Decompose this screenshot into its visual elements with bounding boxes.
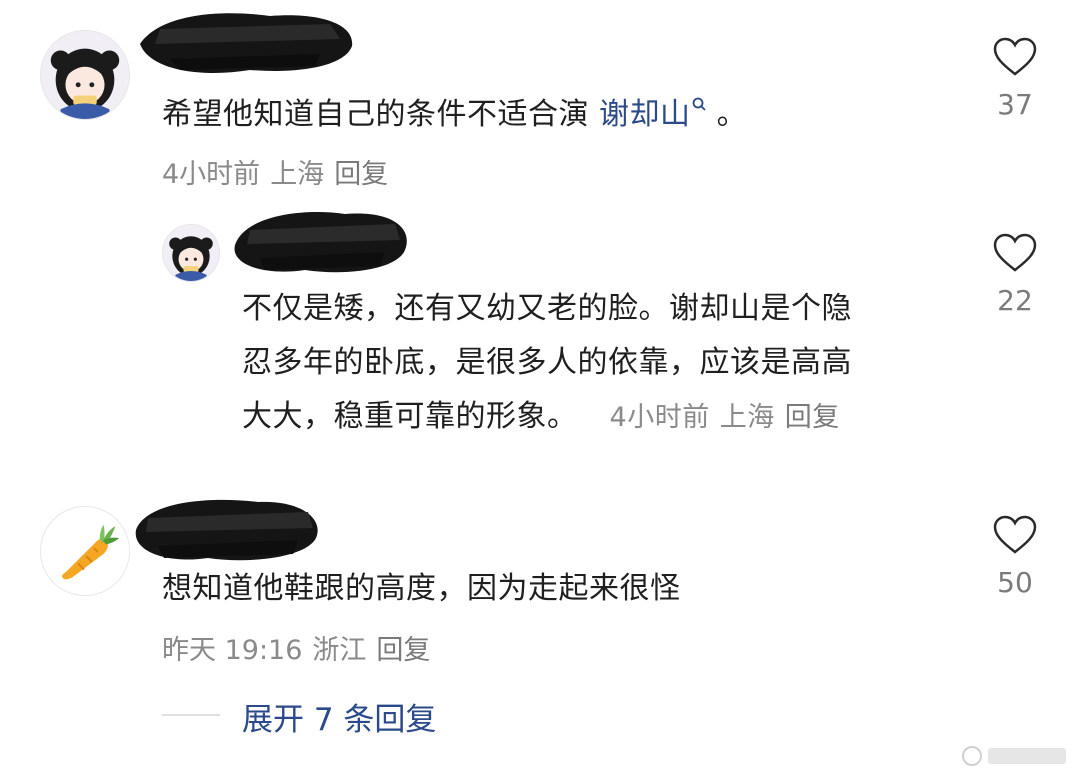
reply-avatar[interactable] <box>162 224 220 282</box>
search-link[interactable]: 谢却山 <box>599 97 707 132</box>
reply-text-line: 忍多年的卧底，是很多人的依靠，应该是高高 <box>242 345 852 380</box>
reply-button[interactable]: 回复 <box>334 159 388 190</box>
heart-outline-icon <box>993 515 1037 554</box>
reply-location: 上海 <box>719 402 775 433</box>
expand-replies-button[interactable]: 展开 7 条回复 <box>242 694 436 739</box>
username-redacted <box>135 499 318 561</box>
heart-outline-icon <box>993 233 1037 272</box>
like-count: 22 <box>997 284 1033 317</box>
comment-text-end: 。 <box>706 97 748 132</box>
comment-time: 昨天 19:16 <box>162 635 303 666</box>
reply-time: 4小时前 <box>609 402 710 433</box>
heart-outline-icon <box>993 37 1037 76</box>
like-button[interactable]: 37 <box>975 36 1055 121</box>
like-count: 50 <box>997 566 1033 599</box>
avatar[interactable] <box>40 30 130 120</box>
reply-text-line-with-meta: 大大，稳重可靠的形象。 4小时前 上海 回复 <box>242 390 852 445</box>
carrot-avatar <box>41 507 129 595</box>
like-count: 37 <box>997 88 1033 121</box>
comment-location: 上海 <box>270 159 325 190</box>
reply-button[interactable]: 回复 <box>785 402 840 433</box>
comment-meta: 4小时前 上海 回复 <box>162 152 398 191</box>
reply-meta: 4小时前 上海 回复 <box>610 402 850 433</box>
reply-button[interactable]: 回复 <box>376 635 430 666</box>
reply-username-redacted <box>234 212 407 273</box>
anime-girl-avatar <box>163 225 219 281</box>
comment-text-start: 希望他知道自己的条件不适合演 <box>162 97 600 132</box>
like-button[interactable]: 22 <box>975 232 1055 317</box>
comment-text: 想知道他鞋跟的高度，因为走起来很怪 <box>162 571 681 606</box>
avatar[interactable] <box>40 506 130 596</box>
comment-meta: 昨天 19:16 浙江 回复 <box>162 628 440 667</box>
like-button[interactable]: 50 <box>975 514 1055 599</box>
comment-time: 4小时前 <box>162 159 261 190</box>
comment-text: 希望他知道自己的条件不适合演 谢却山 。 <box>162 88 747 142</box>
comment-location: 浙江 <box>312 635 367 666</box>
anime-girl-avatar <box>41 31 129 119</box>
reply-text-line: 不仅是矮，还有又幼又老的脸。谢却山是个隐 <box>242 291 852 326</box>
search-icon <box>692 97 706 111</box>
watermark-logo <box>962 746 1066 766</box>
expand-divider <box>162 714 220 716</box>
reply-text-line: 大大，稳重可靠的形象。 <box>242 399 578 434</box>
reply-text: 不仅是矮，还有又幼又老的脸。谢却山是个隐 忍多年的卧底，是很多人的依靠，应该是高… <box>242 282 852 445</box>
search-link-label: 谢却山 <box>599 97 691 132</box>
username-redacted <box>140 13 353 73</box>
